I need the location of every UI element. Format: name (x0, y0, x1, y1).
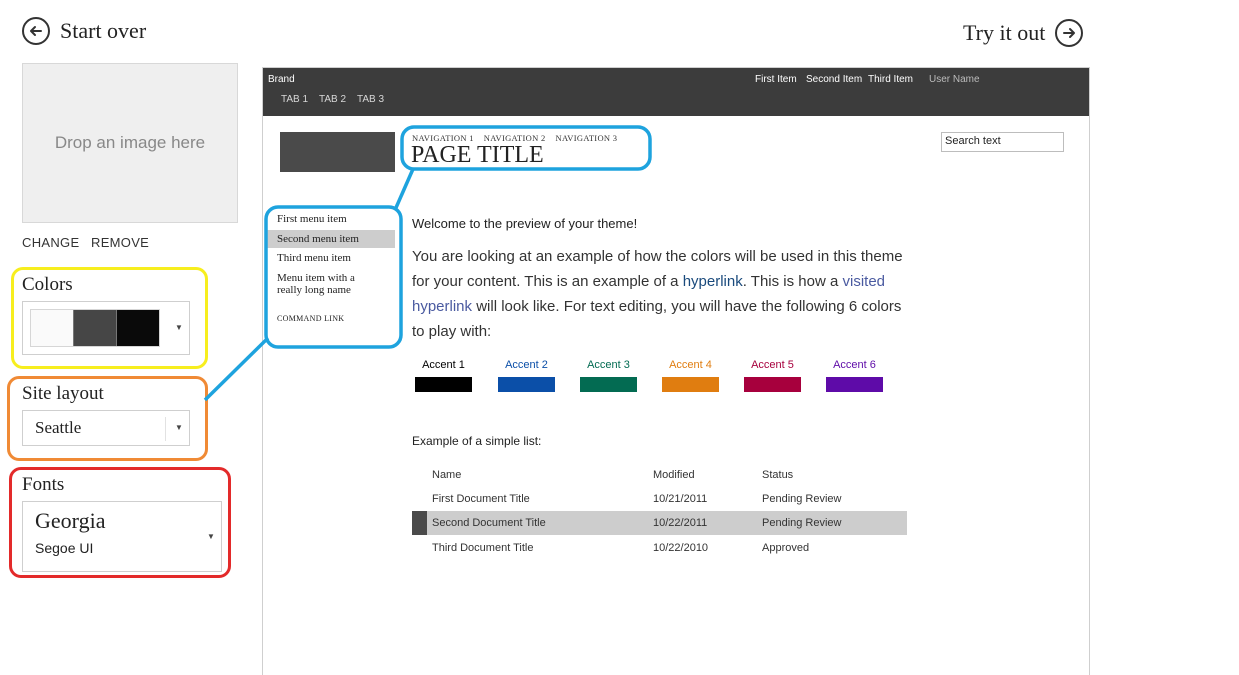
menu-callout-outline (264, 205, 403, 349)
callout-overlay (203, 125, 652, 402)
title-callout-outline (400, 125, 652, 171)
callout-connector-layout (203, 336, 270, 402)
callout-connector-top (393, 168, 415, 211)
